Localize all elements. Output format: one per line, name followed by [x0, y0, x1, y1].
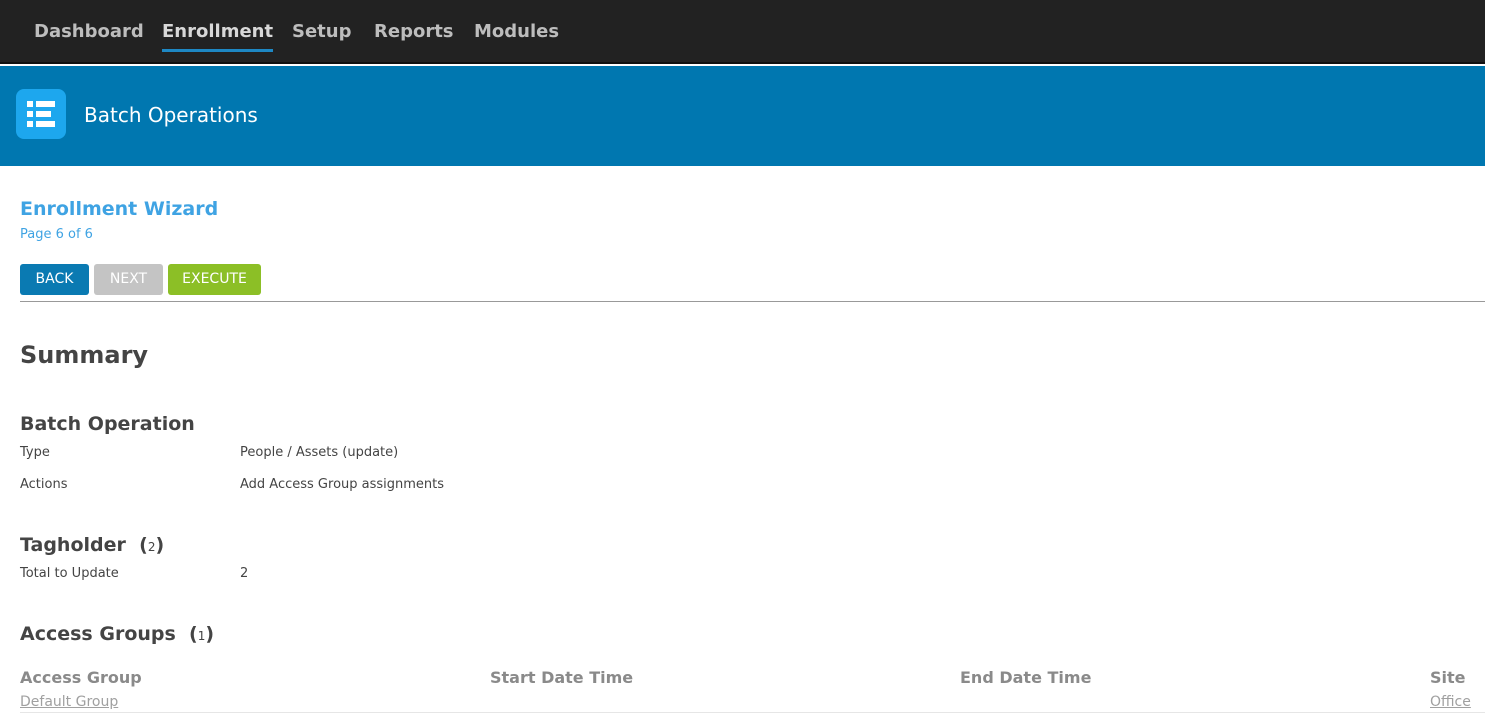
nav-modules[interactable]: Modules	[474, 20, 559, 44]
site-link[interactable]: Office	[1430, 693, 1471, 711]
summary-heading: Summary	[20, 341, 149, 369]
column-header-end-date-time: End Date Time	[960, 668, 1092, 687]
tagholder-heading: Tagholder (2)	[20, 533, 164, 559]
wizard-page-indicator: Page 6 of 6	[20, 227, 93, 242]
page-header: Batch Operations	[0, 66, 1485, 166]
type-label: Type	[20, 445, 50, 460]
nav-dashboard[interactable]: Dashboard	[34, 20, 144, 44]
actions-value: Add Access Group assignments	[240, 477, 445, 492]
access-groups-heading-label: Access Groups	[20, 623, 176, 645]
type-value: People / Assets (update)	[240, 445, 399, 460]
access-groups-count-value: 1	[197, 629, 206, 643]
actions-label: Actions	[20, 477, 68, 492]
tagholder-count-value: 2	[147, 540, 156, 554]
next-button[interactable]: NEXT	[94, 264, 163, 295]
access-groups-heading: Access Groups (1)	[20, 622, 214, 648]
column-header-access-group: Access Group	[20, 668, 142, 687]
total-to-update-value: 2	[240, 566, 249, 581]
total-to-update-label: Total to Update	[20, 566, 119, 581]
nav-reports[interactable]: Reports	[374, 20, 454, 44]
nav-setup[interactable]: Setup	[292, 20, 351, 44]
wizard-title: Enrollment Wizard	[20, 198, 219, 220]
tagholder-count: (2)	[132, 534, 165, 556]
access-group-link[interactable]: Default Group	[20, 693, 118, 711]
column-header-start-date-time: Start Date Time	[490, 668, 634, 687]
back-button[interactable]: BACK	[20, 264, 89, 295]
page-title: Batch Operations	[84, 103, 258, 127]
nav-enrollment[interactable]: Enrollment	[162, 20, 274, 52]
table-row-divider	[20, 712, 1485, 713]
batch-operation-heading: Batch Operation	[20, 413, 195, 435]
column-header-site: Site	[1430, 668, 1466, 687]
nav-enrollment-label: Enrollment	[162, 21, 274, 42]
divider	[20, 301, 1485, 302]
execute-button[interactable]: EXECUTE	[168, 264, 261, 295]
list-icon	[16, 89, 66, 139]
top-navigation: Dashboard Enrollment Setup Reports Modul…	[0, 0, 1485, 64]
tagholder-heading-label: Tagholder	[20, 534, 126, 556]
active-tab-indicator	[162, 49, 274, 52]
access-groups-count: (1)	[182, 623, 215, 645]
